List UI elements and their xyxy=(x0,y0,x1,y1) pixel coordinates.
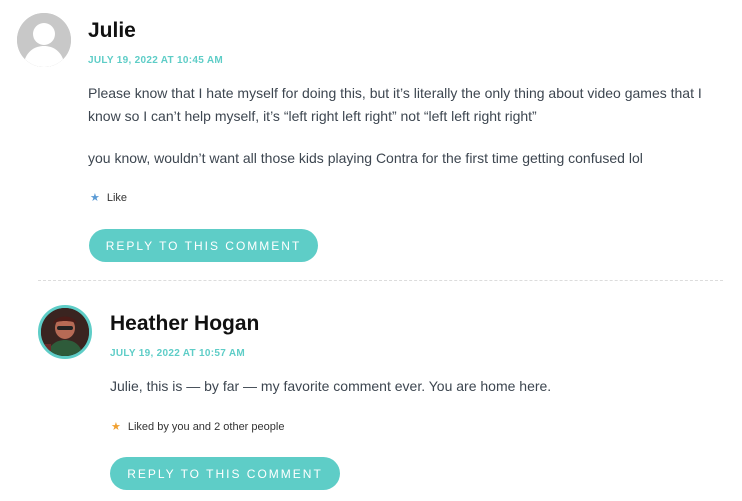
reply-button[interactable]: REPLY TO THIS COMMENT xyxy=(110,457,340,490)
comment-date[interactable]: JULY 19, 2022 AT 10:57 AM xyxy=(110,348,245,359)
like-label: Like xyxy=(106,191,128,204)
comment-date[interactable]: JULY 19, 2022 AT 10:45 AM xyxy=(88,55,223,66)
avatar[interactable] xyxy=(38,305,92,359)
comment-paragraph: you know, wouldn’t want all those kids p… xyxy=(88,150,643,166)
default-avatar-icon[interactable] xyxy=(17,13,71,67)
like-button[interactable]: ★ Like xyxy=(90,191,128,205)
comment-author[interactable]: Heather Hogan xyxy=(110,312,259,336)
like-label: Liked by you and 2 other people xyxy=(127,420,285,433)
like-button[interactable]: ★ Liked by you and 2 other people xyxy=(111,420,285,434)
star-icon: ★ xyxy=(90,192,100,204)
comment-paragraph: Julie, this is — by far — my favorite co… xyxy=(110,378,552,394)
reply-button[interactable]: REPLY TO THIS COMMENT xyxy=(89,229,318,262)
comment-divider xyxy=(38,280,723,281)
comment-author[interactable]: Julie xyxy=(88,19,136,43)
star-icon: ★ xyxy=(111,421,121,433)
comment-paragraph: Please know that I hate myself for doing… xyxy=(88,85,702,124)
